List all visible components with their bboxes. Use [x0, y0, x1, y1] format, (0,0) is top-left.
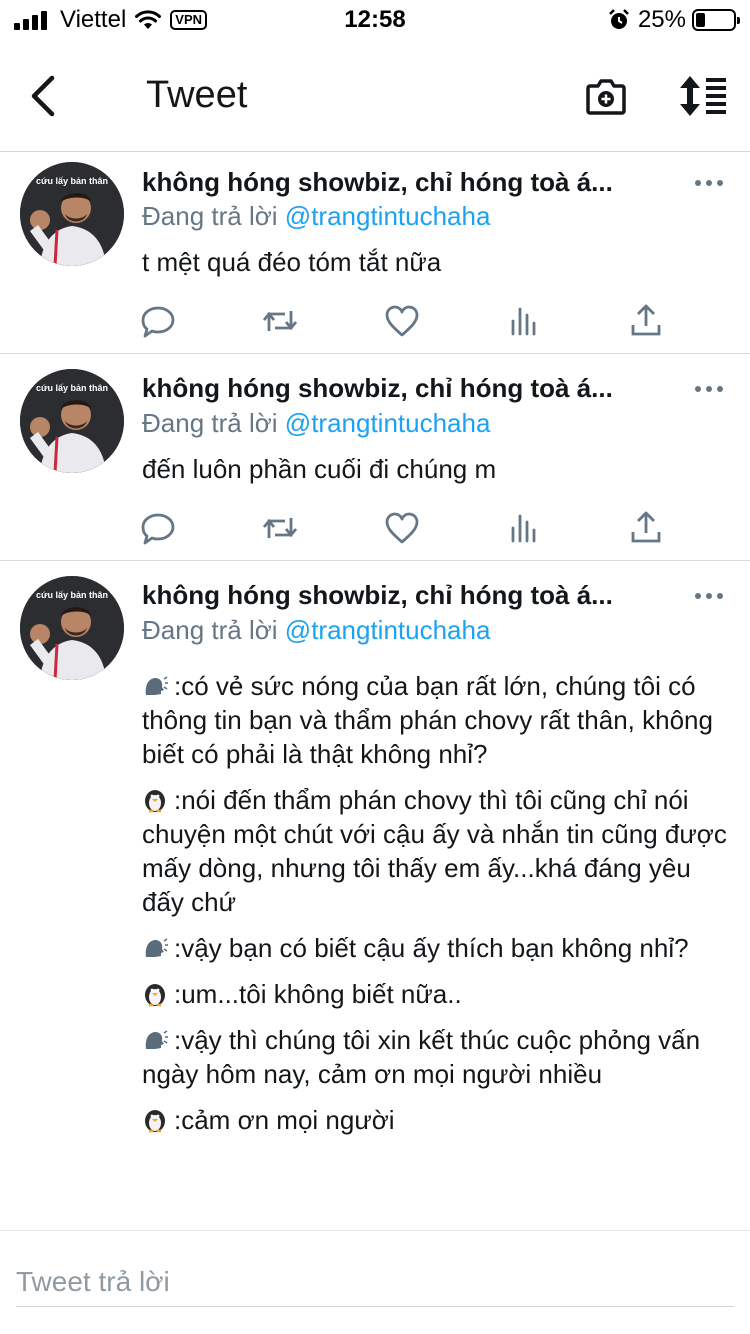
speaking-head-emoji-icon	[142, 1027, 168, 1053]
dialogue-text: :vậy bạn có biết cậu ấy thích bạn không …	[174, 933, 689, 963]
tweet-text: :có vẻ sức nóng của bạn rất lớn, chúng t…	[142, 669, 734, 1149]
replying-to: Đang trả lời @trangtintuchaha	[142, 408, 490, 439]
author-name[interactable]: không hóng showbiz, chỉ hóng toà á...	[142, 167, 672, 198]
retweet-button[interactable]	[260, 508, 300, 548]
dialogue-text: :có vẻ sức nóng của bạn rất lớn, chúng t…	[142, 671, 713, 769]
analytics-button[interactable]	[504, 508, 544, 548]
penguin-emoji-icon	[142, 787, 168, 813]
analytics-button[interactable]	[504, 301, 544, 341]
penguin-emoji-icon	[142, 1107, 168, 1133]
reply-button[interactable]	[138, 508, 178, 548]
replying-to: Đang trả lời @trangtintuchaha	[142, 201, 490, 232]
dialogue-text: :cảm ơn mọi người	[174, 1105, 395, 1135]
dialogue-line: :um...tôi không biết nữa..	[142, 977, 734, 1011]
dialogue-line: :nói đến thẩm phán chovy thì tôi cũng ch…	[142, 783, 734, 919]
back-button[interactable]	[22, 74, 66, 118]
camera-button[interactable]	[584, 74, 628, 118]
dialogue-line: :cảm ơn mọi người	[142, 1103, 734, 1137]
reply-input[interactable]	[16, 1257, 734, 1307]
more-options-button[interactable]	[694, 588, 724, 608]
tweet-actions	[0, 301, 750, 341]
camera-add-icon	[586, 79, 626, 115]
like-button[interactable]	[382, 301, 422, 341]
avatar-caption: cứu lấy bản thân	[35, 176, 109, 186]
reply-button[interactable]	[138, 301, 178, 341]
reply-icon	[141, 306, 175, 338]
chevron-left-icon	[31, 75, 55, 117]
sort-icon	[680, 76, 726, 116]
battery-fill	[696, 13, 705, 27]
replying-to-label: Đang trả lời	[142, 201, 278, 231]
speaking-head-emoji-icon	[142, 935, 168, 961]
author-name[interactable]: không hóng showbiz, chỉ hóng toà á...	[142, 373, 672, 404]
author-name[interactable]: không hóng showbiz, chỉ hóng toà á...	[142, 580, 672, 611]
avatar[interactable]: cứu lấy bản thân	[20, 369, 124, 473]
reply-handle-link[interactable]: @trangtintuchaha	[285, 615, 491, 645]
dialogue-line: :vậy thì chúng tôi xin kết thúc cuộc phỏ…	[142, 1023, 734, 1091]
page-title: Tweet	[146, 74, 248, 116]
tweet[interactable]: cứu lấy bản thân không hóng showbiz, chỉ…	[0, 355, 750, 561]
status-bar: Viettel VPN 12:58 25%	[0, 0, 750, 40]
more-icon	[695, 180, 723, 186]
status-bar-right: 25%	[608, 6, 740, 34]
retweet-icon	[262, 311, 298, 331]
share-icon	[631, 304, 661, 336]
analytics-icon	[511, 514, 536, 543]
more-options-button[interactable]	[694, 175, 724, 195]
navigation-bar: Tweet	[0, 40, 750, 152]
replying-to: Đang trả lời @trangtintuchaha	[142, 615, 490, 646]
replying-to-label: Đang trả lời	[142, 615, 278, 645]
penguin-emoji-icon	[142, 981, 168, 1007]
speaking-head-emoji-icon	[142, 673, 168, 699]
battery-icon	[692, 9, 740, 31]
sort-button[interactable]	[676, 74, 728, 118]
reply-icon	[141, 513, 175, 545]
alarm-icon	[609, 9, 629, 29]
like-icon	[385, 512, 419, 544]
more-options-button[interactable]	[694, 381, 724, 401]
retweet-button[interactable]	[260, 301, 300, 341]
reply-composer	[0, 1230, 750, 1334]
reply-handle-link[interactable]: @trangtintuchaha	[285, 201, 491, 231]
avatar-caption: cứu lấy bản thân	[35, 383, 109, 393]
dialogue-line: :có vẻ sức nóng của bạn rất lớn, chúng t…	[142, 669, 734, 771]
share-button[interactable]	[626, 508, 666, 548]
more-icon	[695, 593, 723, 599]
retweet-icon	[262, 518, 298, 538]
like-icon	[385, 305, 419, 337]
avatar[interactable]: cứu lấy bản thân	[20, 162, 124, 266]
share-icon	[631, 511, 661, 543]
dialogue-text: :nói đến thẩm phán chovy thì tôi cũng ch…	[142, 785, 727, 917]
tweet-text: t mệt quá đéo tóm tắt nữa	[142, 247, 442, 277]
tweet-text: đến luôn phần cuối đi chúng m	[142, 454, 497, 484]
analytics-icon	[511, 307, 536, 336]
avatar-caption: cứu lấy bản thân	[35, 590, 109, 600]
more-icon	[695, 386, 723, 392]
replying-to-label: Đang trả lời	[142, 408, 278, 438]
dialogue-text: :vậy thì chúng tôi xin kết thúc cuộc phỏ…	[142, 1025, 701, 1089]
dialogue-line: :vậy bạn có biết cậu ấy thích bạn không …	[142, 931, 734, 965]
share-button[interactable]	[626, 301, 666, 341]
tweet-actions	[0, 508, 750, 548]
battery-percent: 25%	[637, 6, 686, 33]
avatar[interactable]: cứu lấy bản thân	[20, 576, 124, 680]
dialogue-text: :um...tôi không biết nữa..	[174, 979, 462, 1009]
tweet[interactable]: cứu lấy bản thân không hóng showbiz, chỉ…	[0, 562, 750, 1230]
like-button[interactable]	[382, 508, 422, 548]
reply-handle-link[interactable]: @trangtintuchaha	[285, 408, 491, 438]
tweet[interactable]: cứu lấy bản thân không hóng showbiz, chỉ…	[0, 153, 750, 354]
